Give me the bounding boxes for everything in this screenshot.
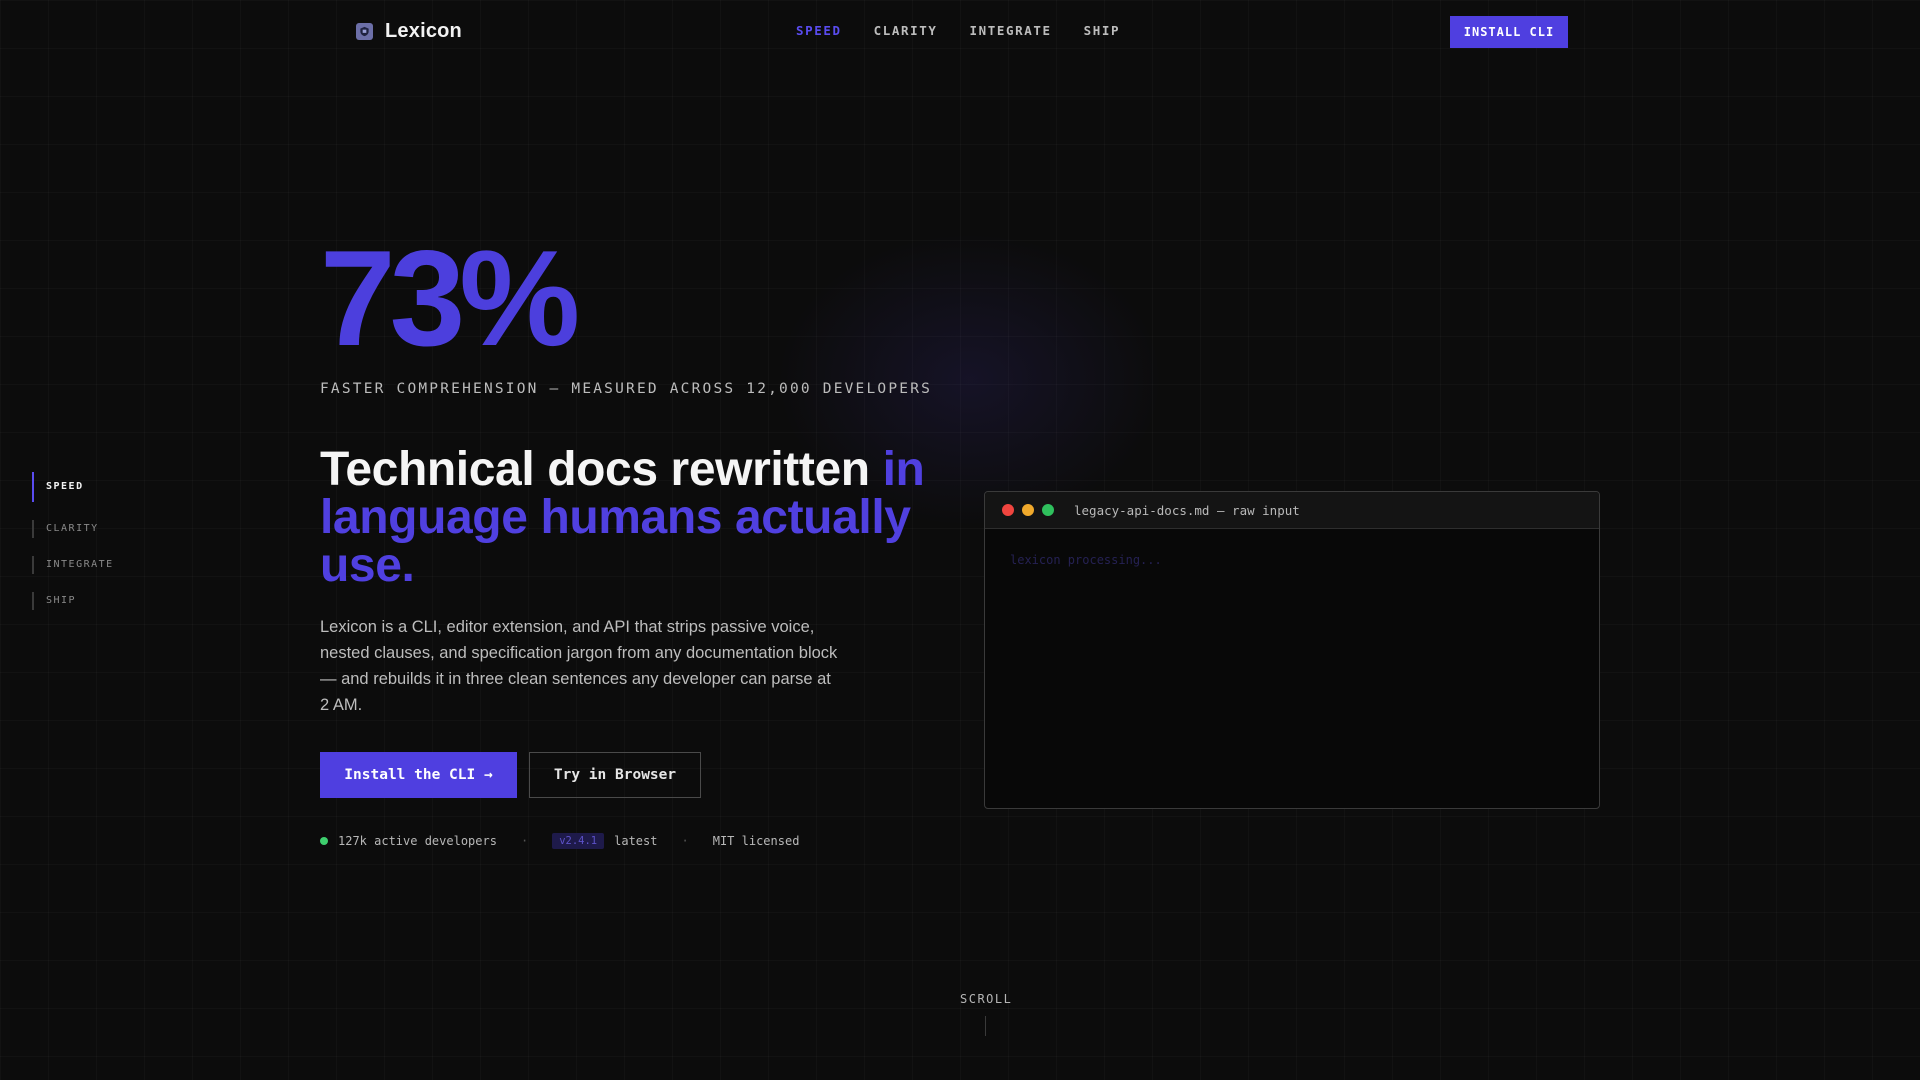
terminal-body: lexicon processing...	[985, 529, 1599, 591]
hero-meta: 127k active developers · v2.4.1 latest ·…	[320, 833, 799, 849]
install-cli-button[interactable]: Install the CLI →	[320, 752, 517, 798]
meta-separator: ·	[681, 834, 689, 848]
license-label: MIT licensed	[712, 834, 800, 848]
terminal-title-bar: legacy-api-docs.md — raw input	[985, 492, 1599, 529]
hero-headline: Technical docs rewritten in language hum…	[320, 446, 960, 590]
shield-icon	[356, 23, 373, 40]
active-developers: 127k active developers	[338, 834, 497, 848]
hero-description: Lexicon is a CLI, editor extension, and …	[320, 618, 838, 714]
side-nav-item-clarity[interactable]: CLARITY	[32, 520, 114, 538]
maximize-dot-icon	[1042, 504, 1054, 516]
meta-separator: ·	[520, 834, 529, 848]
side-nav-item-speed[interactable]: SPEED	[32, 472, 114, 502]
nav-link-clarity[interactable]: CLARITY	[874, 23, 938, 38]
status-dot-icon	[320, 837, 328, 845]
scroll-line	[985, 1016, 986, 1036]
terminal-window: legacy-api-docs.md — raw input lexicon p…	[984, 491, 1600, 809]
hero-stat-caption: FASTER COMPREHENSION — MEASURED ACROSS 1…	[320, 381, 933, 397]
brand-name: Lexicon	[385, 20, 462, 42]
nav-links: SPEED CLARITY INTEGRATE SHIP	[796, 23, 1120, 38]
try-in-browser-button[interactable]: Try in Browser	[529, 752, 701, 798]
headline-plain: Technical docs rewritten	[320, 443, 883, 496]
minimize-dot-icon	[1022, 504, 1034, 516]
top-nav: Lexicon SPEED CLARITY INTEGRATE SHIP INS…	[0, 0, 1920, 64]
nav-link-speed[interactable]: SPEED	[796, 23, 842, 38]
version-badge: v2.4.1	[552, 833, 605, 849]
nav-link-integrate[interactable]: INTEGRATE	[970, 23, 1052, 38]
side-nav-item-integrate[interactable]: INTEGRATE	[32, 556, 114, 574]
terminal-title: legacy-api-docs.md — raw input	[1074, 502, 1300, 518]
install-cli-nav-button[interactable]: INSTALL CLI	[1450, 16, 1568, 48]
brand-logo[interactable]: Lexicon	[356, 20, 462, 43]
nav-link-ship[interactable]: SHIP	[1084, 23, 1121, 38]
version-label: latest	[614, 834, 658, 848]
terminal-line: lexicon processing...	[1010, 553, 1162, 567]
side-nav-item-ship[interactable]: SHIP	[32, 592, 114, 610]
hero-stat: 73%	[320, 222, 580, 374]
close-dot-icon	[1002, 504, 1014, 516]
side-nav: SPEED CLARITY INTEGRATE SHIP	[32, 472, 114, 628]
scroll-indicator[interactable]: SCROLL	[960, 992, 1012, 1006]
